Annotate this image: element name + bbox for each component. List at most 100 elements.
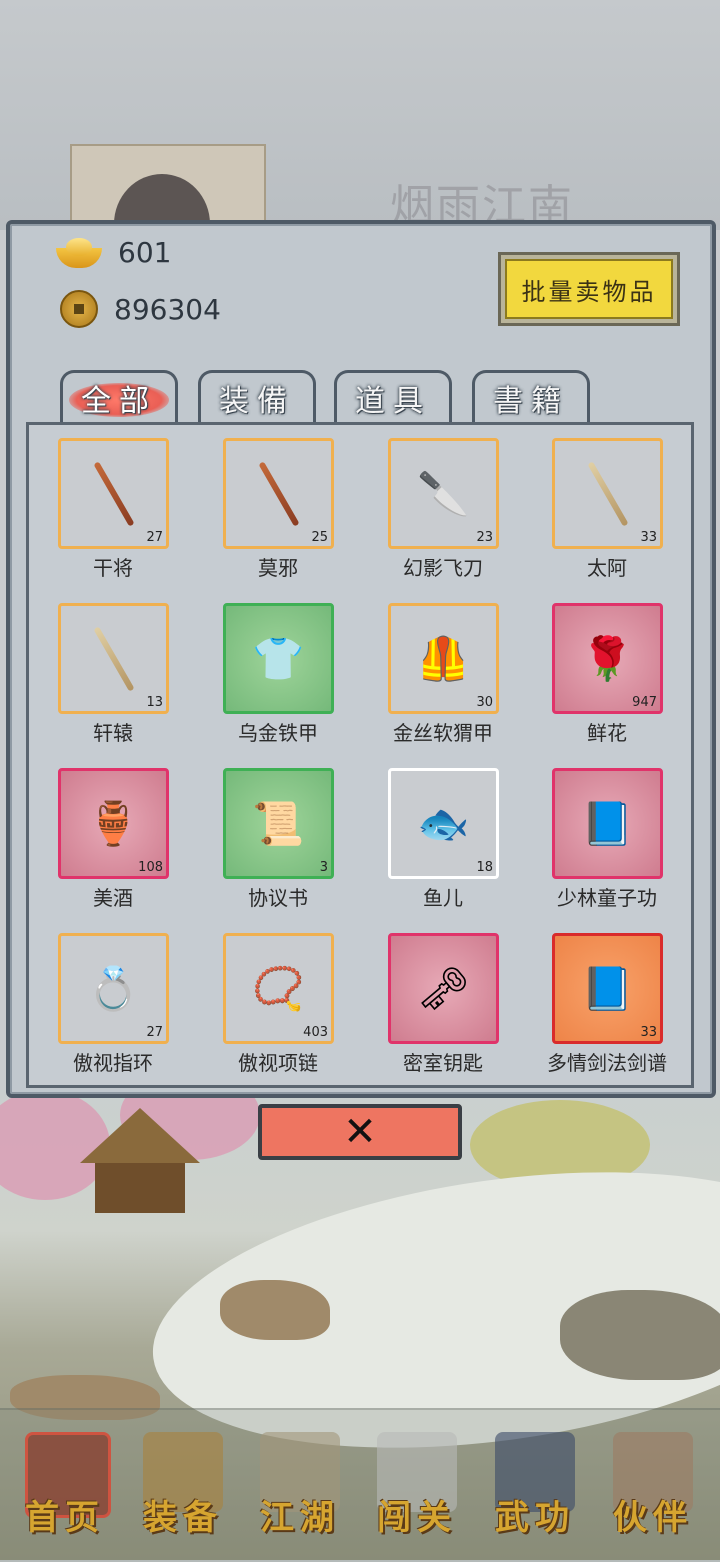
item-slot[interactable]: 🗝 (388, 933, 499, 1044)
item-slot[interactable]: 27 (58, 438, 169, 549)
item-count: 13 (146, 695, 163, 710)
nav-martial[interactable]: 武功 (480, 1432, 590, 1552)
item-name: 干将 (93, 556, 133, 580)
item-count: 33 (640, 1025, 657, 1040)
wine-jar-icon: 🏺 (87, 798, 140, 848)
item-name: 傲视项链 (238, 1051, 318, 1075)
item-count: 23 (476, 530, 493, 545)
item-name: 协议书 (248, 886, 308, 910)
item-slot[interactable]: 🏺 108 (58, 768, 169, 879)
item-count: 33 (640, 530, 657, 545)
item-name: 乌金铁甲 (238, 721, 318, 745)
inventory-item[interactable]: 🐟 18 鱼儿 (358, 752, 518, 912)
nav-jianghu-label: 江湖 (260, 1498, 340, 1538)
coin-value: 896304 (114, 292, 221, 326)
inventory-item[interactable]: 13 轩辕 (28, 587, 188, 747)
item-slot[interactable]: 👕 (223, 603, 334, 714)
tab-items[interactable]: 道具 (334, 370, 452, 422)
inventory-item[interactable]: 🏺 108 美酒 (28, 752, 188, 912)
item-name: 鲜花 (587, 721, 627, 745)
nav-equipment[interactable]: 装备 (128, 1432, 238, 1552)
necklace-icon: 📿 (252, 963, 305, 1013)
item-count: 25 (311, 530, 328, 545)
fish-icon: 🐟 (417, 798, 470, 848)
item-slot[interactable]: 🌹 947 (552, 603, 663, 714)
item-count: 3 (319, 860, 328, 875)
item-slot[interactable]: 🐟 18 (388, 768, 499, 879)
tab-books[interactable]: 書籍 (472, 370, 590, 422)
item-slot[interactable]: 🦺 30 (388, 603, 499, 714)
nav-equipment-label: 装备 (143, 1498, 223, 1538)
item-count: 18 (476, 860, 493, 875)
item-slot[interactable]: 📜 3 (223, 768, 334, 879)
item-name: 多情剑法剑谱 (547, 1051, 667, 1075)
item-slot[interactable]: 📘 33 (552, 933, 663, 1044)
flying-dagger-icon: 🔪 (417, 468, 470, 518)
vest-icon: 🦺 (417, 633, 470, 683)
bottom-nav: 首页 装备 江湖 闯关 武功 伙伴 (0, 1408, 720, 1562)
gold-ingot-icon (56, 237, 102, 268)
nav-battle-label: 闯关 (377, 1498, 457, 1538)
item-name: 密室钥匙 (403, 1051, 483, 1075)
tab-equipment-label: 装備 (219, 383, 295, 419)
inventory-item[interactable]: 🔪 23 幻影飞刀 (358, 422, 518, 582)
item-slot[interactable]: 25 (223, 438, 334, 549)
item-slot[interactable]: 📿 403 (223, 933, 334, 1044)
item-name: 美酒 (93, 886, 133, 910)
tab-all[interactable]: 全部 (60, 370, 178, 422)
inventory-item[interactable]: 🌹 947 鲜花 (522, 587, 682, 747)
inventory-item[interactable]: 27 干将 (28, 422, 188, 582)
item-count: 108 (138, 860, 163, 875)
sword-icon (586, 460, 629, 527)
sword-icon (92, 625, 135, 692)
inventory-item[interactable]: 👕 乌金铁甲 (193, 587, 353, 747)
batch-sell-button[interactable]: 批量卖物品 (498, 252, 680, 326)
item-name: 轩辕 (93, 721, 133, 745)
item-name: 少林童子功 (557, 886, 657, 910)
item-count: 30 (476, 695, 493, 710)
item-slot[interactable]: 33 (552, 438, 663, 549)
nav-partners-label: 伙伴 (613, 1498, 693, 1538)
inventory-item[interactable]: 🦺 30 金丝软猬甲 (358, 587, 518, 747)
item-count: 27 (146, 530, 163, 545)
ingot-value: 601 (118, 236, 172, 269)
inventory-item[interactable]: 📿 403 傲视项链 (193, 917, 353, 1077)
coin-balance: 896304 (60, 290, 221, 328)
copper-coin-icon (60, 290, 98, 328)
armor-icon: 👕 (252, 633, 305, 683)
close-button[interactable]: ✕ (258, 1104, 462, 1160)
tab-books-label: 書籍 (493, 383, 569, 419)
ingot-balance: 601 (56, 236, 171, 269)
sword-icon (92, 460, 135, 527)
batch-sell-label: 批量卖物品 (505, 259, 673, 319)
inventory-item[interactable]: 📘 少林童子功 (522, 752, 682, 912)
inventory-item[interactable]: 25 莫邪 (193, 422, 353, 582)
nav-partners[interactable]: 伙伴 (598, 1432, 708, 1552)
inventory-item[interactable]: 💍 27 傲视指环 (28, 917, 188, 1077)
key-icon: 🗝 (416, 963, 471, 1013)
item-name: 金丝软猬甲 (393, 721, 493, 745)
nav-martial-label: 武功 (495, 1498, 575, 1538)
flower-icon: 🌹 (581, 633, 634, 683)
inventory-item[interactable]: 📘 33 多情剑法剑谱 (522, 917, 682, 1077)
item-slot[interactable]: 🔪 23 (388, 438, 499, 549)
item-slot[interactable]: 13 (58, 603, 169, 714)
nav-jianghu[interactable]: 江湖 (245, 1432, 355, 1552)
inventory-item[interactable]: 33 太阿 (522, 422, 682, 582)
nav-battle[interactable]: 闯关 (362, 1432, 472, 1552)
item-count: 947 (632, 695, 657, 710)
item-slot[interactable]: 💍 27 (58, 933, 169, 1044)
nav-home[interactable]: 首页 (10, 1432, 120, 1552)
tab-equipment[interactable]: 装備 (198, 370, 316, 422)
ring-icon: 💍 (87, 963, 140, 1013)
inventory-item[interactable]: 📜 3 协议书 (193, 752, 353, 912)
sword-icon (257, 460, 300, 527)
item-slot[interactable]: 📘 (552, 768, 663, 879)
item-count: 403 (303, 1025, 328, 1040)
tab-items-label: 道具 (355, 383, 431, 419)
inventory-item[interactable]: 🗝 密室钥匙 (358, 917, 518, 1077)
item-name: 莫邪 (258, 556, 298, 580)
item-name: 太阿 (587, 556, 627, 580)
book-icon: 📘 (581, 798, 634, 848)
nav-home-label: 首页 (25, 1498, 105, 1538)
